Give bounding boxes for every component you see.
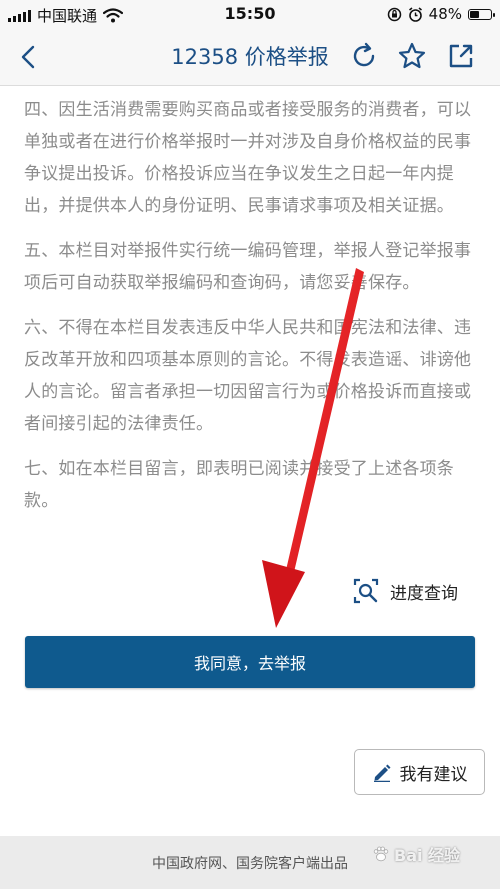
term-item-4: 四、因生活消费需要购买商品或者接受服务的消费者，可以单独或者在进行价格举报时一并… xyxy=(24,100,472,216)
term-item-7: 七、如在本栏目留言，即表明已阅读并接受了上述各项条款。 xyxy=(24,459,454,511)
star-icon[interactable] xyxy=(397,41,427,71)
battery-percent: 48% xyxy=(428,5,462,23)
term-item-6: 六、不得在本栏目发表违反中华人民共和国宪法和法律、违反改革开放和四项基本原则的言… xyxy=(24,318,472,434)
nav-bar: 12358 价格举报 xyxy=(0,28,500,86)
status-bar: 中国联通 15:50 48% xyxy=(0,0,500,28)
refresh-icon[interactable] xyxy=(349,41,379,71)
agree-report-button[interactable]: 我同意，去举报 xyxy=(25,636,475,688)
share-icon[interactable] xyxy=(446,41,476,71)
suggestion-button[interactable]: 我有建议 xyxy=(354,749,485,795)
footer-text: 中国政府网、国务院客户端出品 xyxy=(152,855,348,872)
suggestion-label: 我有建议 xyxy=(399,764,468,785)
back-icon[interactable] xyxy=(12,40,46,74)
red-arrow-head xyxy=(262,560,305,628)
paw-icon xyxy=(373,846,389,862)
progress-query-link[interactable]: 进度查询 xyxy=(352,574,458,608)
progress-query-label: 进度查询 xyxy=(390,583,458,604)
alarm-icon xyxy=(408,6,422,22)
battery-fill xyxy=(470,10,480,18)
orientation-lock-icon xyxy=(387,7,401,21)
watermark-text: Bai 经验 xyxy=(394,846,461,865)
status-right: 48% xyxy=(387,5,495,23)
battery-icon xyxy=(468,8,495,20)
page-title: 12358 价格举报 xyxy=(171,45,329,69)
pencil-icon xyxy=(373,764,390,782)
terms-content: 四、因生活消费需要购买商品或者接受服务的消费者，可以单独或者在进行价格举报时一并… xyxy=(24,94,484,530)
baidu-watermark: Bai 经验 xyxy=(372,842,460,866)
term-item-5: 五、本栏目对举报件实行统一编码管理，举报人登记举报事项后可自动获取举报编码和查询… xyxy=(24,241,472,293)
search-document-icon xyxy=(353,578,379,604)
